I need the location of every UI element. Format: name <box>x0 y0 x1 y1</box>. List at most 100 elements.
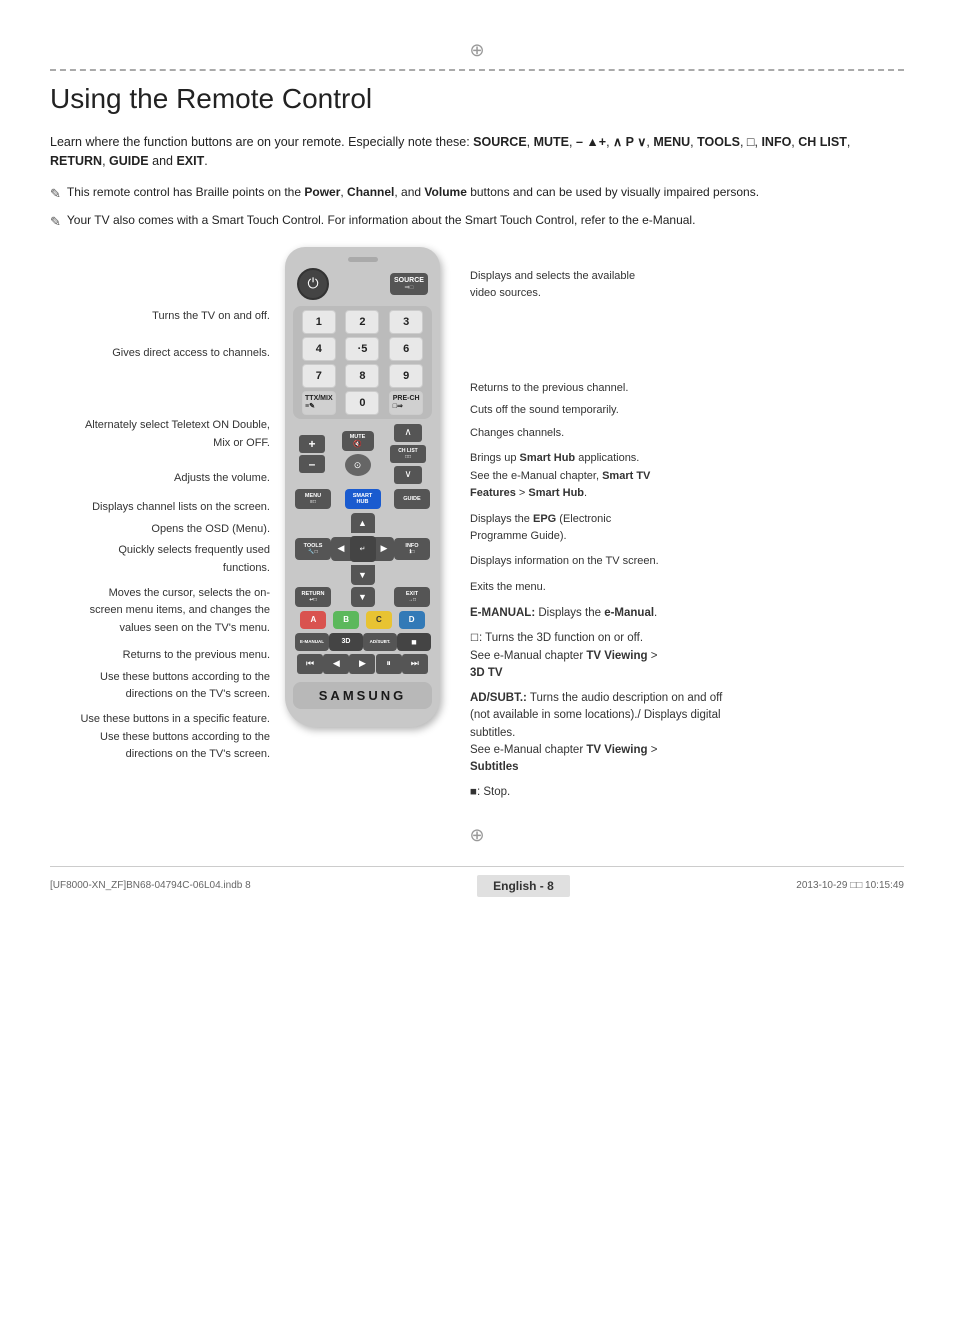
emanual-button[interactable]: E-MANUAL <box>295 633 329 651</box>
btn-0[interactable]: 0 <box>345 391 379 415</box>
btn-7[interactable]: 7 <box>302 364 336 388</box>
emanual-row: E-MANUAL 3D AD/SUBT. ■ <box>293 633 432 651</box>
ann-cursor: Moves the cursor, selects the on-screen … <box>90 584 270 636</box>
rewind-btn[interactable]: ⏮ <box>297 654 323 674</box>
btn-prech[interactable]: PRE-CH□⇒ <box>389 391 423 415</box>
numpad-row-4: TTX/MIX≡✎ 0 PRE-CH□⇒ <box>297 391 428 415</box>
btn-2[interactable]: 2 <box>345 310 379 334</box>
btn-8[interactable]: 8 <box>345 364 379 388</box>
ann-osd: Opens the OSD (Menu). <box>151 520 270 537</box>
source-button[interactable]: SOURCE ⇒□ <box>390 273 428 295</box>
btn-b[interactable]: B <box>333 611 359 629</box>
ann-volume: Adjusts the volume. <box>174 469 270 486</box>
channel-control: ∧ CH LIST □□ ∨ <box>390 423 426 485</box>
btn-ttx[interactable]: TTX/MIX≡✎ <box>302 391 336 415</box>
threed-note: ☐: Turns the 3D function on or off.See e… <box>470 630 725 682</box>
dpad: ▲ ▼ ◀ ▶ ↵ <box>331 513 394 585</box>
smart-hub-button[interactable]: SMART HUB <box>345 489 381 509</box>
page-footer: [UF8000-XN_ZF]BN68-04794C-06L04.indb 8 E… <box>50 866 904 897</box>
footer-file-info: [UF8000-XN_ZF]BN68-04794C-06L04.indb 8 <box>50 880 251 891</box>
intro-text: Learn where the function buttons are on … <box>50 133 904 171</box>
tools-button[interactable]: TOOLS 🔧□ <box>295 538 331 560</box>
adsubt-note: AD/SUBT.: Turns the audio description on… <box>470 690 725 776</box>
ch-down-btn[interactable]: ∨ <box>394 466 422 484</box>
ann-exits-menu: Exits the menu. <box>470 578 725 595</box>
source-icon: ⇒□ <box>405 284 414 291</box>
adsubt-button[interactable]: AD/SUBT. <box>363 633 397 651</box>
diagram-area: Turns the TV on and off. Gives direct ac… <box>50 247 904 810</box>
ann-epg: Displays the EPG (ElectronicProgramme Gu… <box>470 510 725 545</box>
power-button[interactable]: ⏻ <box>297 268 329 300</box>
note-icon-1: ✎ <box>50 184 61 204</box>
emanual-note: E-MANUAL: Displays the e-Manual. <box>470 605 725 622</box>
btn-a[interactable]: A <box>300 611 326 629</box>
note-1: ✎ This remote control has Braille points… <box>50 183 904 204</box>
play-btn[interactable]: ▶ <box>349 654 375 674</box>
mute-area: MUTE 🔇 ⊙ <box>342 431 374 476</box>
power-source-row: ⏻ SOURCE ⇒□ <box>293 268 432 300</box>
tools-dpad-info-row: TOOLS 🔧□ ▲ ▼ ◀ ▶ ↵ INFO ℹ□ <box>293 513 432 585</box>
vol-up-btn[interactable]: + <box>299 435 325 453</box>
threed-button[interactable]: 3D <box>329 633 363 651</box>
samsung-logo: SAMSUNG <box>293 682 432 709</box>
ann-tools: Quickly selects frequently usedfunctions… <box>118 541 270 576</box>
stop-note: ■: Stop. <box>470 784 725 801</box>
ch-up-btn[interactable]: ∧ <box>394 424 422 442</box>
btn-4[interactable]: 4 <box>302 337 336 361</box>
return-button[interactable]: RETURN ↩□ <box>295 587 331 607</box>
ch-list-button[interactable]: CH LIST □□ <box>390 445 426 463</box>
btn-1[interactable]: 1 <box>302 310 336 334</box>
remote-body: ⏻ SOURCE ⇒□ 1 2 3 4 ·5 <box>285 247 440 727</box>
source-label: SOURCE <box>394 277 424 284</box>
dpad-left[interactable]: ◀ <box>331 537 351 561</box>
ann-turns-on: Turns the TV on and off. <box>152 307 270 324</box>
dpad-center-btn[interactable]: ↵ <box>350 536 376 562</box>
numpad-row-1: 1 2 3 <box>297 310 428 334</box>
note-2: ✎ Your TV also comes with a Smart Touch … <box>50 211 904 232</box>
return-exit-row: RETURN ↩□ ▼ EXIT →□ <box>293 587 432 607</box>
vol-down-btn[interactable]: – <box>299 455 325 473</box>
btn-9[interactable]: 9 <box>389 364 423 388</box>
exit-button[interactable]: EXIT →□ <box>394 587 430 607</box>
menu-button[interactable]: MENU ≡□ <box>295 489 331 509</box>
ann-pre-ch: Returns to the previous channel. <box>470 379 725 396</box>
ffwd-btn[interactable]: ⏭ <box>402 654 428 674</box>
ann-info-screen: Displays information on the TV screen. <box>470 552 725 569</box>
guide-button[interactable]: GUIDE <box>394 489 430 509</box>
info-button[interactable]: INFO ℹ□ <box>394 538 430 560</box>
color-buttons-row: A B C D <box>293 611 432 629</box>
ann-media-btns: Use these buttons in a specific feature.… <box>80 710 270 762</box>
dpad-right[interactable]: ▶ <box>374 537 394 561</box>
note-icon-2: ✎ <box>50 212 61 232</box>
ann-mute: Cuts off the sound temporarily. <box>470 401 725 418</box>
prev-btn[interactable]: ◀ <box>323 654 349 674</box>
crosshair-bottom: ⊕ <box>50 825 904 846</box>
crosshair-top: ⊕ <box>50 40 904 61</box>
dashed-separator <box>50 69 904 71</box>
dpad-up[interactable]: ▲ <box>351 513 375 533</box>
page-number: English - 8 <box>477 875 570 897</box>
btn-c[interactable]: C <box>366 611 392 629</box>
pause-btn[interactable]: ⏸ <box>376 654 402 674</box>
right-annotations-panel: Displays and selects the availablevideo … <box>455 247 725 810</box>
numpad-row-3: 7 8 9 <box>297 364 428 388</box>
ann-return: Returns to the previous menu. <box>123 646 270 663</box>
down-arrow-btn[interactable]: ▼ <box>351 587 375 607</box>
btn-3[interactable]: 3 <box>389 310 423 334</box>
remote-notch <box>348 257 378 262</box>
dpad-down[interactable]: ▼ <box>351 565 375 585</box>
vol-ch-area: + – MUTE 🔇 ⊙ ∧ C <box>293 423 432 485</box>
volume-control: + – <box>299 434 325 474</box>
btn-6[interactable]: 6 <box>389 337 423 361</box>
media-buttons-row: ⏮ ◀ ▶ ⏸ ⏭ <box>293 654 432 674</box>
stop-button[interactable]: ■ <box>397 633 431 651</box>
ann-smart-hub: Brings up Smart Hub applications.See the… <box>470 449 725 501</box>
btn-d[interactable]: D <box>399 611 425 629</box>
ann-direct-access: Gives direct access to channels. <box>112 344 270 361</box>
nav-center-icon[interactable]: ⊙ <box>345 454 371 476</box>
ann-source: Displays and selects the availablevideo … <box>470 267 725 302</box>
mute-button[interactable]: MUTE 🔇 <box>342 431 374 451</box>
btn-5[interactable]: ·5 <box>345 337 379 361</box>
page-title: Using the Remote Control <box>50 83 904 115</box>
numpad: 1 2 3 4 ·5 6 7 8 9 TTX/MIX <box>293 306 432 419</box>
